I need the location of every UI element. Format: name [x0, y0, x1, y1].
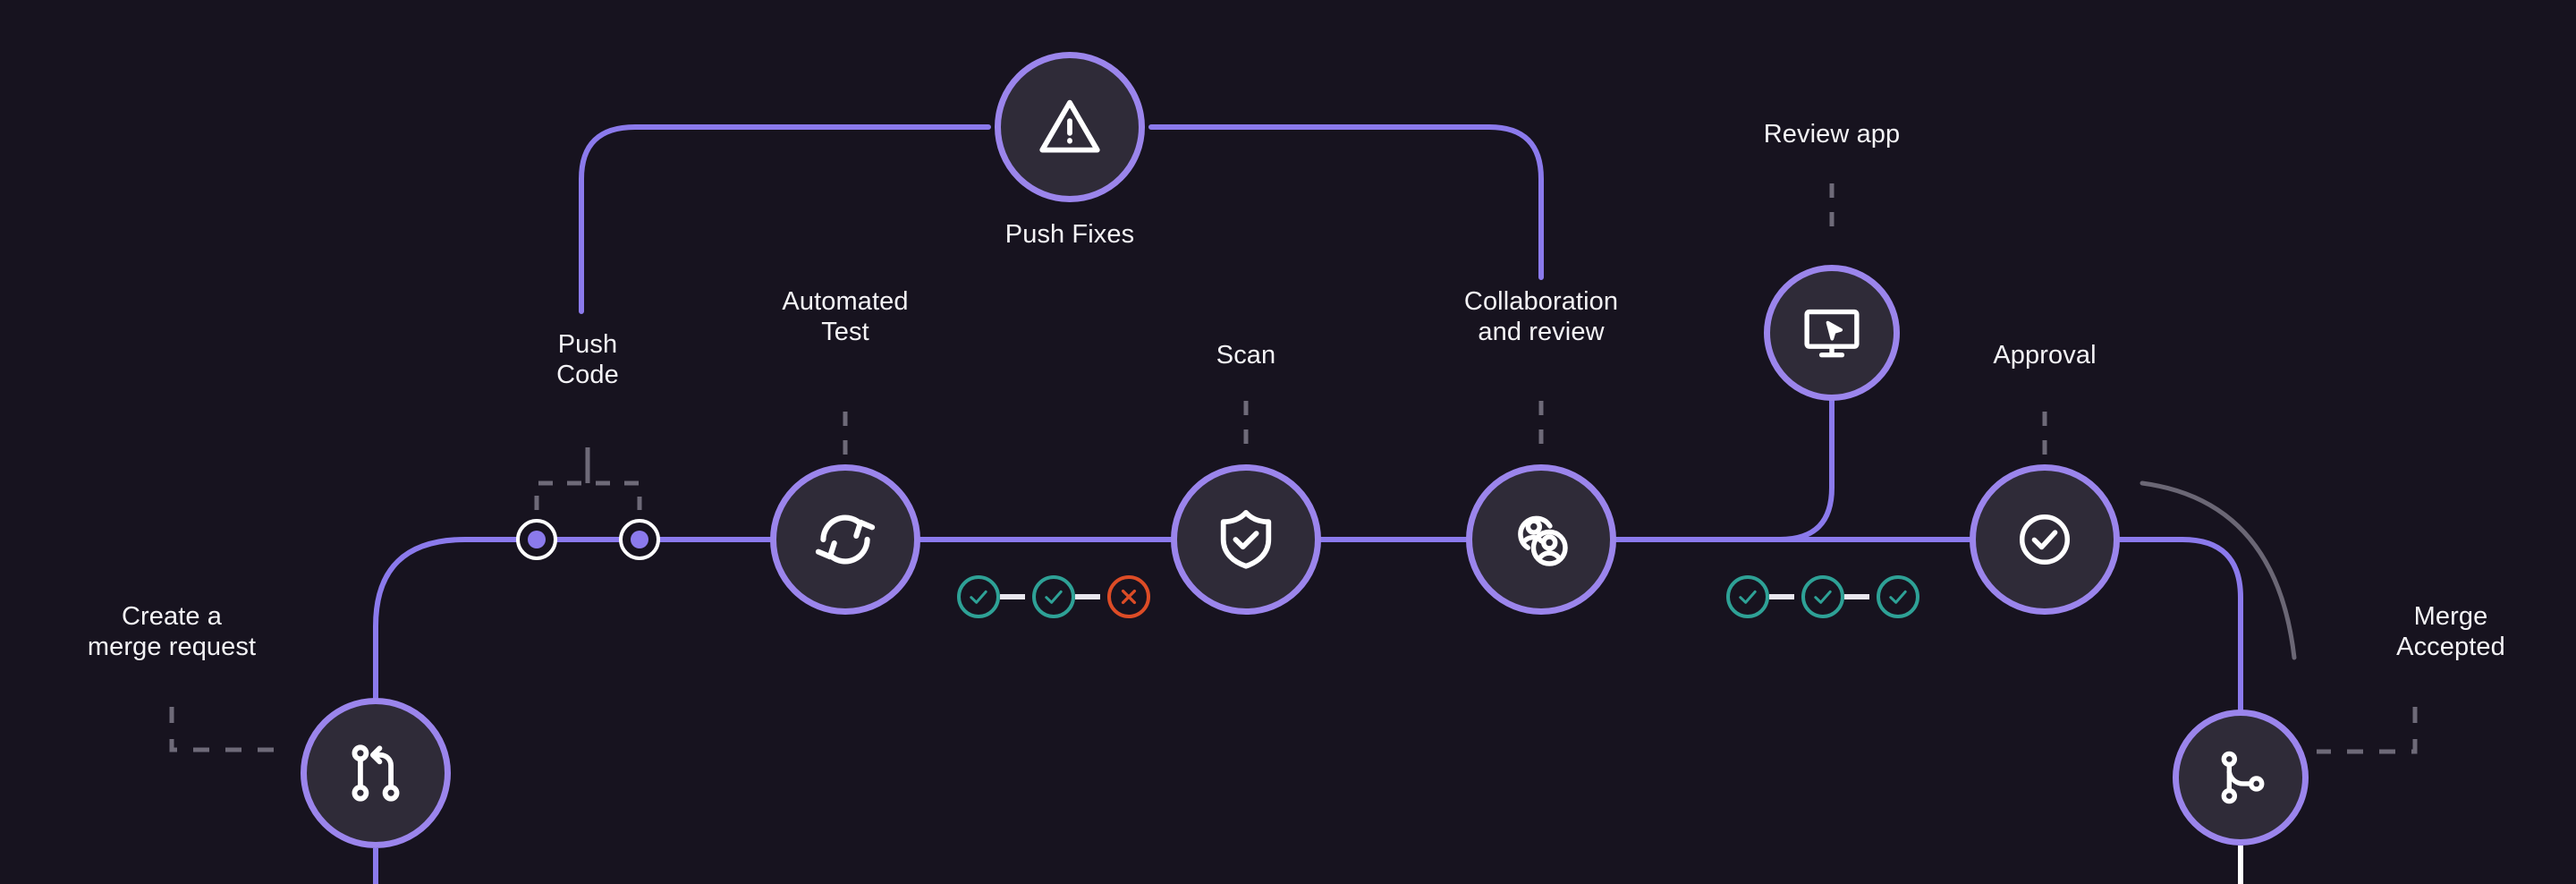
node-merge-accepted[interactable]	[2173, 710, 2309, 846]
label-scan: Scan	[1216, 341, 1276, 370]
status-pip-pass-2[interactable]	[1032, 575, 1075, 618]
check-icon	[1739, 590, 1757, 604]
track-review-app	[1643, 398, 1835, 542]
track-push-fixes-loop	[579, 124, 991, 314]
pipeline-diagram: Create a merge request Push Code Automat…	[0, 0, 2576, 884]
label-approval: Approval	[1993, 341, 2097, 370]
monitor-cursor-icon	[1804, 309, 1860, 358]
label-automated-test: Automated Test	[782, 287, 909, 346]
label-push-code: Push Code	[556, 330, 619, 389]
node-create-merge-request[interactable]	[301, 698, 451, 848]
warning-triangle-icon	[1039, 99, 1100, 153]
users-icon	[1518, 515, 1568, 566]
node-review-app[interactable]	[1764, 265, 1900, 401]
label-collaboration-and-review: Collaboration and review	[1463, 287, 1619, 346]
merge-arc-decoration	[2140, 480, 2297, 660]
status-pip-pass-1[interactable]	[957, 575, 1000, 618]
leader-push-code	[534, 480, 642, 510]
commit-dot-1[interactable]	[516, 519, 557, 560]
shield-check-icon	[1220, 510, 1272, 569]
merge-request-icon	[352, 744, 400, 802]
check-icon	[1814, 590, 1832, 604]
node-automated-test[interactable]	[770, 464, 920, 615]
node-scan[interactable]	[1171, 464, 1321, 615]
label-review-app: Review app	[1763, 120, 1901, 149]
check-icon	[1889, 590, 1907, 604]
cross-icon	[1121, 589, 1137, 605]
commit-core	[631, 531, 648, 548]
label-create-merge-request: Create a merge request	[87, 602, 257, 661]
check-circle-icon	[2019, 514, 2071, 565]
check-icon	[970, 590, 987, 604]
node-approval[interactable]	[1970, 464, 2120, 615]
node-push-fixes[interactable]	[995, 52, 1145, 202]
git-merge-icon	[2221, 751, 2265, 804]
status-pip-fail-1[interactable]	[1107, 575, 1150, 618]
sync-arrows-icon	[815, 514, 876, 565]
track-approval-to-merge	[2115, 537, 2243, 714]
commit-core	[528, 531, 546, 548]
track-push-fixes-return	[1148, 124, 1544, 280]
leader-merge-accepted	[2317, 707, 2418, 754]
label-merge-accepted: Merge Accepted	[2396, 602, 2505, 661]
label-push-fixes: Push Fixes	[1004, 220, 1135, 249]
status-pip-pass-5[interactable]	[1877, 575, 1919, 618]
status-pip-pass-4[interactable]	[1801, 575, 1844, 618]
leader-create-merge-request	[169, 707, 284, 752]
commit-dot-2[interactable]	[619, 519, 660, 560]
status-pip-pass-3[interactable]	[1726, 575, 1769, 618]
check-icon	[1045, 590, 1063, 604]
node-collaboration-and-review[interactable]	[1466, 464, 1616, 615]
